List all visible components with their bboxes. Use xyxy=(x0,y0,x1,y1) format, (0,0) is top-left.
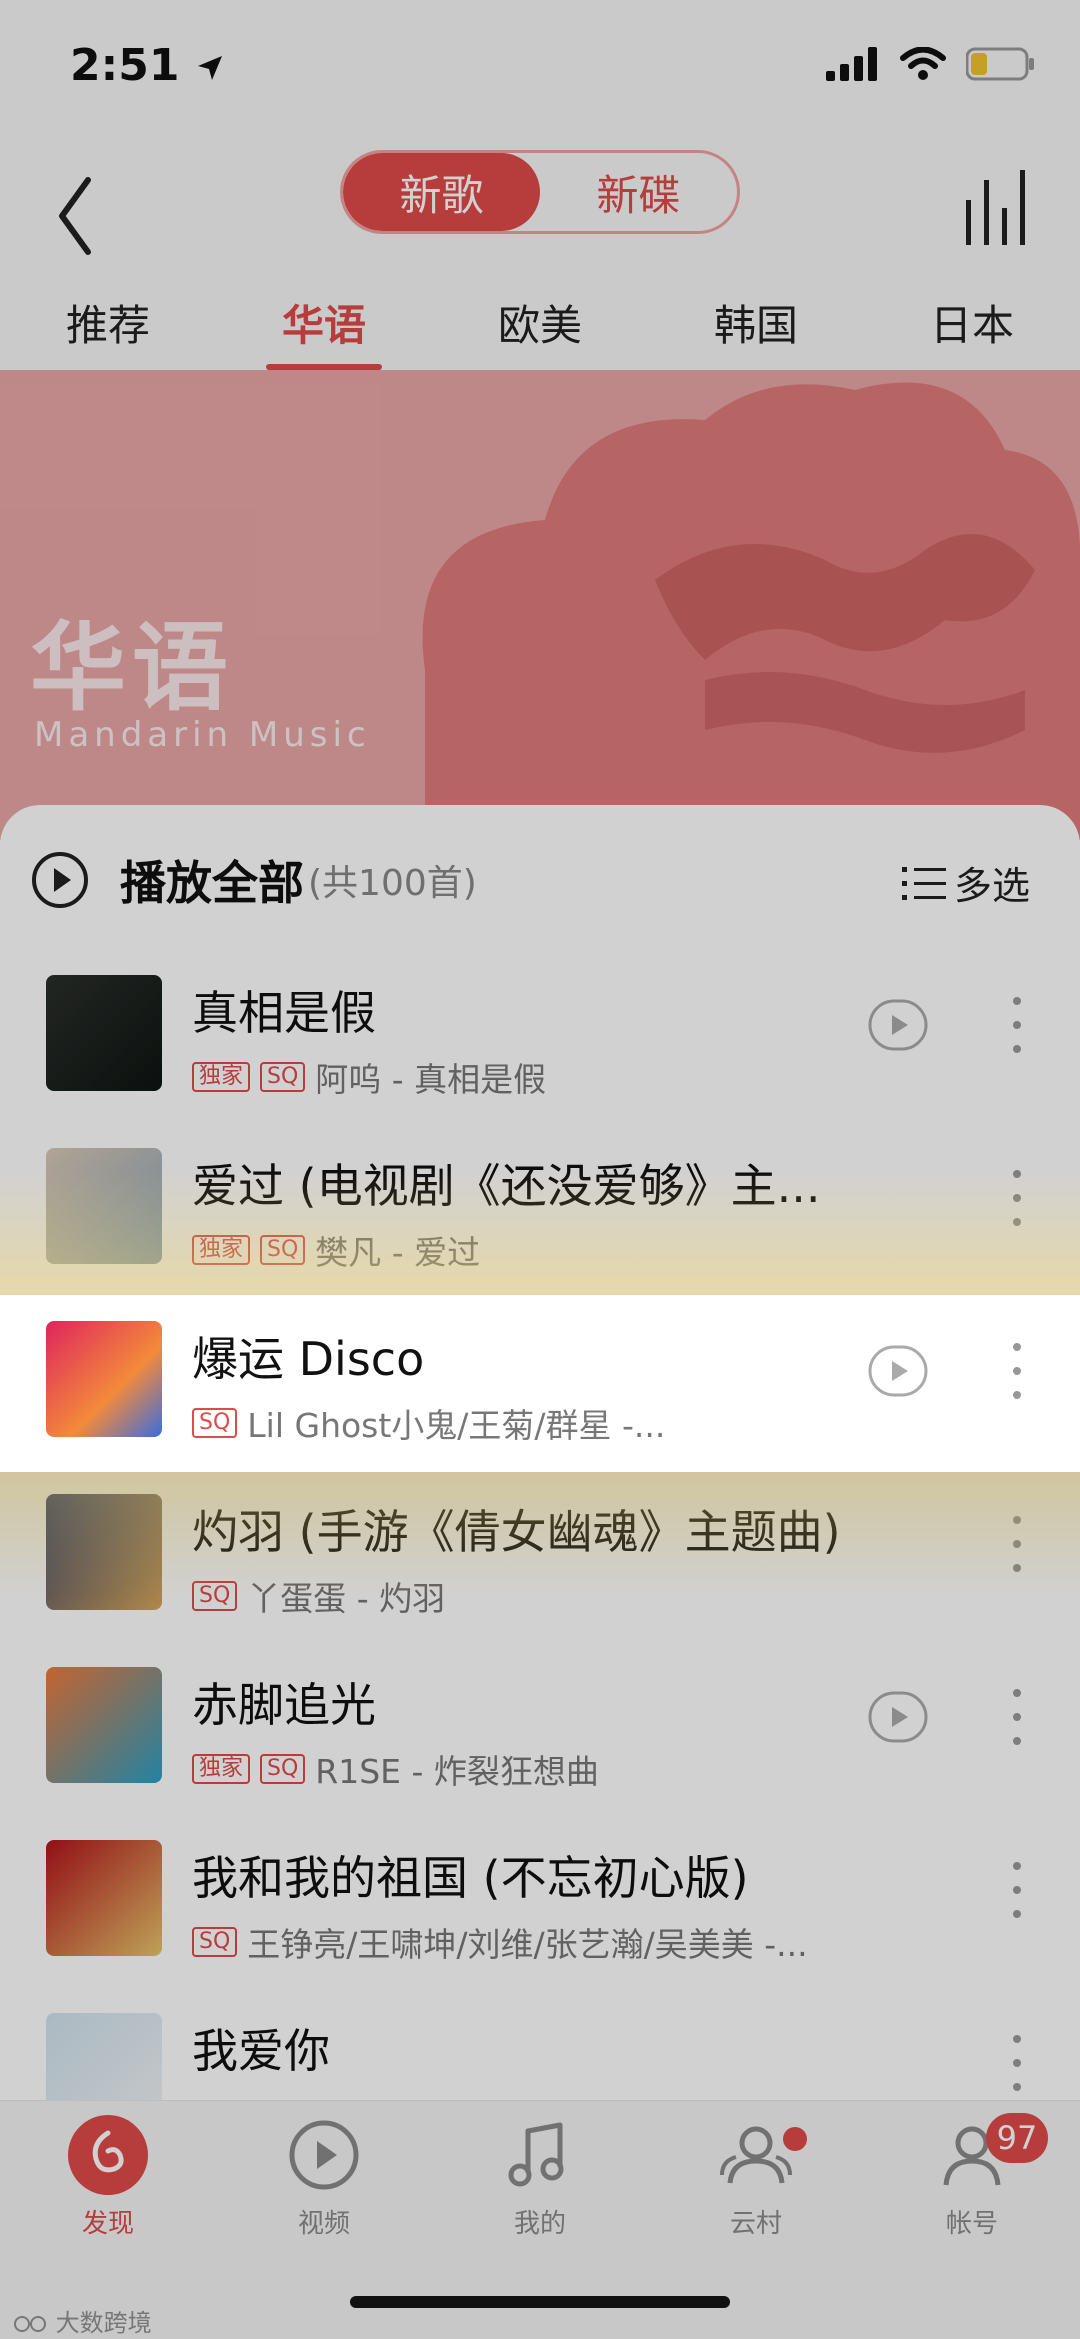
status-time: 2:51 xyxy=(70,40,225,91)
artist-album: R1SE - 炸裂狂想曲 xyxy=(315,1752,599,1791)
tab-western[interactable]: 欧美 xyxy=(432,280,648,370)
header: 新歌 新碟 推荐 华语 欧美 韩国 日本 xyxy=(0,130,1080,370)
song-title: 我和我的祖国 (不忘初心版) xyxy=(192,1851,749,1905)
nav-village[interactable]: 云村 xyxy=(648,2113,864,2263)
sq-badge: SQ xyxy=(260,1754,306,1784)
song-row[interactable]: 灼羽 (手游《倩女幽魂》主题曲) SQ 丫蛋蛋 - 灼羽 xyxy=(0,1474,1080,1646)
sq-badge: SQ xyxy=(260,1235,306,1265)
tab-korean[interactable]: 韩国 xyxy=(648,280,864,370)
location-arrow-icon xyxy=(197,56,222,80)
artist-album: Lil Ghost小鬼/王菊/群星 -... xyxy=(247,1406,666,1445)
wifi-icon xyxy=(900,47,946,80)
nav-label: 发现 xyxy=(81,2209,134,2239)
more-options-icon[interactable] xyxy=(1002,1331,1032,1411)
video-play-icon[interactable] xyxy=(868,995,928,1055)
watermark: 大数跨境 xyxy=(14,2303,152,2338)
artist-album: 丫蛋蛋 - 灼羽 xyxy=(247,1579,446,1618)
album-cover xyxy=(46,1494,162,1610)
account-badge: 97 xyxy=(986,2113,1048,2163)
watermark-logo-icon xyxy=(14,2316,46,2332)
nav-mine[interactable]: 我的 xyxy=(432,2113,648,2263)
song-count: (共100首) xyxy=(308,863,477,904)
back-icon[interactable] xyxy=(48,160,128,270)
nav-label: 我的 xyxy=(513,2209,566,2239)
artist-album: 樊凡 - 爱过 xyxy=(315,1233,481,1272)
song-title: 赤脚追光 xyxy=(192,1678,376,1732)
multi-select-label: 多选 xyxy=(953,864,1030,908)
nav-video[interactable]: 视频 xyxy=(216,2113,432,2263)
list-icon xyxy=(901,866,946,900)
banner-title: 华语 xyxy=(30,612,234,724)
play-all-button[interactable]: 播放全部 (共100首) xyxy=(30,835,477,925)
discover-icon xyxy=(68,2115,148,2195)
cloud-dragon-graphic xyxy=(422,382,1080,840)
sq-badge: SQ xyxy=(192,1408,238,1438)
play-circle-icon xyxy=(32,852,88,908)
video-icon xyxy=(289,2120,359,2190)
song-row[interactable]: 爱过 (电视剧《还没爱够》主... 独家 SQ 樊凡 - 爱过 xyxy=(0,1128,1080,1300)
play-all-label: 播放全部 xyxy=(120,856,304,910)
more-options-icon[interactable] xyxy=(1002,1158,1032,1238)
song-title: 真相是假 xyxy=(192,986,376,1040)
album-cover xyxy=(46,1667,162,1783)
song-row[interactable]: 真相是假 独家 SQ 阿呜 - 真相是假 xyxy=(0,955,1080,1127)
community-icon xyxy=(720,2126,792,2184)
song-meta: 独家 SQ R1SE - 炸裂狂想曲 xyxy=(192,1745,882,1793)
banner-subtitle: Mandarin Music xyxy=(34,715,371,755)
status-bar: 2:51 xyxy=(0,0,1080,130)
tab-recommend[interactable]: 推荐 xyxy=(0,280,216,370)
song-meta: 独家 SQ 樊凡 - 爱过 xyxy=(192,1226,882,1274)
song-title: 灼羽 (手游《倩女幽魂》主题曲) xyxy=(192,1505,841,1559)
more-options-icon[interactable] xyxy=(1002,1850,1032,1930)
album-cover xyxy=(46,975,162,1091)
album-cover xyxy=(46,1321,162,1437)
tab-japanese[interactable]: 日本 xyxy=(864,280,1080,370)
sq-badge: SQ xyxy=(260,1062,306,1092)
more-options-icon[interactable] xyxy=(1002,985,1032,1065)
song-meta: SQ 丫蛋蛋 - 灼羽 xyxy=(192,1572,882,1620)
song-title: 我爱你 xyxy=(192,2024,330,2078)
exclusive-badge: 独家 xyxy=(192,1235,251,1265)
song-row[interactable]: 赤脚追光 独家 SQ R1SE - 炸裂狂想曲 xyxy=(0,1647,1080,1819)
album-cover xyxy=(46,1840,162,1956)
battery-icon xyxy=(966,47,1034,81)
video-play-icon[interactable] xyxy=(868,1687,928,1747)
sq-badge: SQ xyxy=(192,1581,238,1611)
song-row[interactable]: 我和我的祖国 (不忘初心版) SQ 王铮亮/王啸坤/刘维/张艺瀚/吴美美 -..… xyxy=(0,1820,1080,1992)
song-meta: SQ Lil Ghost小鬼/王菊/群星 -... xyxy=(192,1399,882,1447)
song-row-highlighted[interactable]: 爆运 Disco SQ Lil Ghost小鬼/王菊/群星 -... xyxy=(0,1301,1080,1473)
seg-new-songs[interactable]: 新歌 xyxy=(343,153,540,231)
home-indicator xyxy=(350,2296,730,2308)
more-options-icon[interactable] xyxy=(1002,1504,1032,1584)
cellular-signal-icon xyxy=(826,47,877,81)
region-tabs: 推荐 华语 欧美 韩国 日本 xyxy=(0,280,1080,370)
song-meta: 独家 SQ 阿呜 - 真相是假 xyxy=(192,1053,882,1101)
sq-badge: SQ xyxy=(192,1927,238,1957)
more-options-icon[interactable] xyxy=(1002,2023,1032,2103)
exclusive-badge: 独家 xyxy=(192,1062,251,1092)
notification-dot xyxy=(783,2127,807,2151)
nav-label: 视频 xyxy=(297,2209,350,2239)
artist-album: 王铮亮/王啸坤/刘维/张艺瀚/吴美美 -... xyxy=(247,1925,808,1964)
multi-select-button[interactable]: 多选 xyxy=(901,855,1030,910)
song-title: 爆运 Disco xyxy=(192,1332,425,1386)
tab-mandarin[interactable]: 华语 xyxy=(216,280,432,370)
nav-account[interactable]: 97 帐号 xyxy=(864,2113,1080,2263)
segmented-control: 新歌 新碟 xyxy=(340,150,740,234)
exclusive-badge: 独家 xyxy=(192,1754,251,1784)
music-note-icon xyxy=(508,2122,564,2187)
nav-label: 云村 xyxy=(729,2209,782,2239)
album-cover xyxy=(46,1148,162,1264)
song-meta: SQ 王铮亮/王啸坤/刘维/张艺瀚/吴美美 -... xyxy=(192,1918,882,1966)
now-playing-equalizer-icon[interactable] xyxy=(960,160,1040,250)
video-play-icon[interactable] xyxy=(868,1341,928,1401)
song-title: 爱过 (电视剧《还没爱够》主... xyxy=(192,1159,821,1213)
banner: 华语 Mandarin Music xyxy=(0,370,1080,840)
artist-album: 阿呜 - 真相是假 xyxy=(315,1060,547,1099)
nav-discover[interactable]: 发现 xyxy=(0,2113,216,2263)
nav-label: 帐号 xyxy=(945,2209,998,2239)
seg-new-albums[interactable]: 新碟 xyxy=(540,153,737,231)
more-options-icon[interactable] xyxy=(1002,1677,1032,1757)
